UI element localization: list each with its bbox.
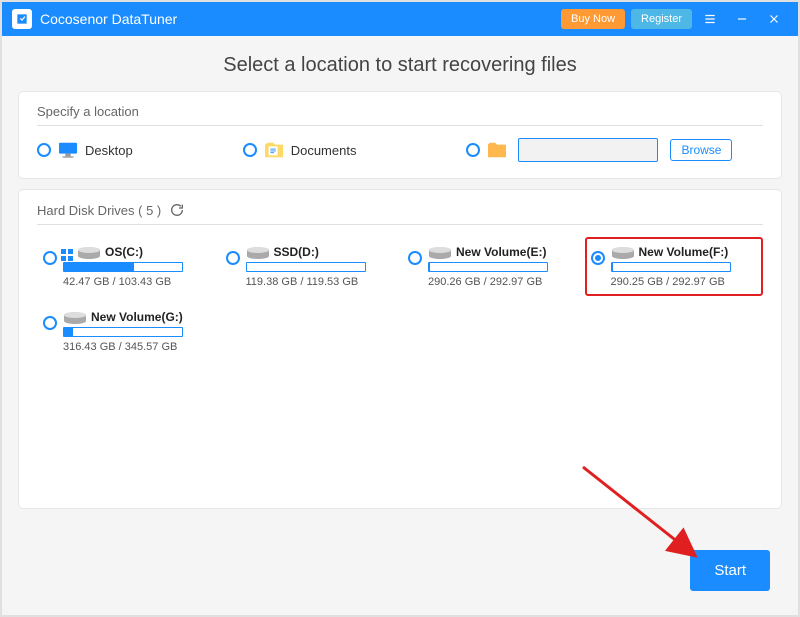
desktop-label: Desktop	[85, 143, 133, 158]
drive-size: 119.38 GB / 119.53 GB	[246, 276, 393, 288]
app-title: Cocosenor DataTuner	[40, 11, 555, 27]
drive-size: 290.26 GB / 292.97 GB	[428, 276, 575, 288]
page-title: Select a location to start recovering fi…	[2, 36, 798, 91]
location-custom[interactable]: Browse	[466, 138, 732, 162]
titlebar: Cocosenor DataTuner Buy Now Register	[2, 2, 798, 36]
app-logo-icon	[12, 9, 32, 29]
specify-section-title: Specify a location	[37, 104, 763, 126]
radio-documents[interactable]	[243, 143, 257, 157]
refresh-icon[interactable]	[169, 202, 185, 218]
radio-desktop[interactable]	[37, 143, 51, 157]
drive-usage-bar	[428, 262, 548, 272]
drive-usage-bar	[611, 262, 731, 272]
close-icon[interactable]	[760, 5, 788, 33]
drive-name: New Volume(F:)	[639, 245, 729, 259]
drive-name: New Volume(E:)	[456, 245, 546, 259]
radio-drive[interactable]	[408, 251, 422, 265]
register-button[interactable]: Register	[631, 9, 692, 29]
documents-label: Documents	[291, 143, 357, 158]
drive-size: 316.43 GB / 345.57 GB	[63, 341, 210, 353]
disk-icon	[63, 311, 87, 327]
drive-usage-bar	[63, 327, 183, 337]
menu-icon[interactable]	[696, 5, 724, 33]
drive-name: New Volume(G:)	[91, 310, 183, 324]
drive-size: 290.25 GB / 292.97 GB	[611, 276, 758, 288]
drive-item[interactable]: SSD(D:) 119.38 GB / 119.53 GB	[220, 237, 399, 296]
radio-custom[interactable]	[466, 143, 480, 157]
drive-item[interactable]: New Volume(E:) 290.26 GB / 292.97 GB	[402, 237, 581, 296]
drive-usage-bar	[246, 262, 366, 272]
drives-section-title: Hard Disk Drives ( 5 )	[37, 203, 161, 218]
radio-drive[interactable]	[43, 251, 57, 265]
disk-icon	[428, 246, 452, 262]
drive-name: SSD(D:)	[274, 245, 319, 259]
disk-icon	[246, 246, 270, 262]
location-documents[interactable]: Documents	[243, 141, 357, 159]
disk-icon	[77, 246, 101, 262]
disk-icon	[611, 246, 635, 262]
radio-drive[interactable]	[226, 251, 240, 265]
custom-path-input[interactable]	[518, 138, 658, 162]
radio-drive[interactable]	[43, 316, 57, 330]
drive-usage-bar	[63, 262, 183, 272]
browse-button[interactable]: Browse	[670, 139, 732, 161]
drive-item[interactable]: New Volume(F:) 290.25 GB / 292.97 GB	[585, 237, 764, 296]
drives-panel: Hard Disk Drives ( 5 ) OS(C:) 42.47 GB / …	[18, 189, 782, 509]
folder-icon	[486, 141, 508, 159]
drive-size: 42.47 GB / 103.43 GB	[63, 276, 210, 288]
minimize-icon[interactable]	[728, 5, 756, 33]
drive-name: OS(C:)	[105, 245, 143, 259]
start-button[interactable]: Start	[690, 550, 770, 591]
radio-drive[interactable]	[591, 251, 605, 265]
drive-item[interactable]: OS(C:) 42.47 GB / 103.43 GB	[37, 237, 216, 296]
specify-location-panel: Specify a location Desktop Documents Bro…	[18, 91, 782, 179]
drive-item[interactable]: New Volume(G:) 316.43 GB / 345.57 GB	[37, 302, 216, 361]
buy-now-button[interactable]: Buy Now	[561, 9, 625, 29]
windows-icon	[61, 248, 73, 260]
documents-icon	[263, 141, 285, 159]
monitor-icon	[57, 141, 79, 159]
location-desktop[interactable]: Desktop	[37, 141, 133, 159]
